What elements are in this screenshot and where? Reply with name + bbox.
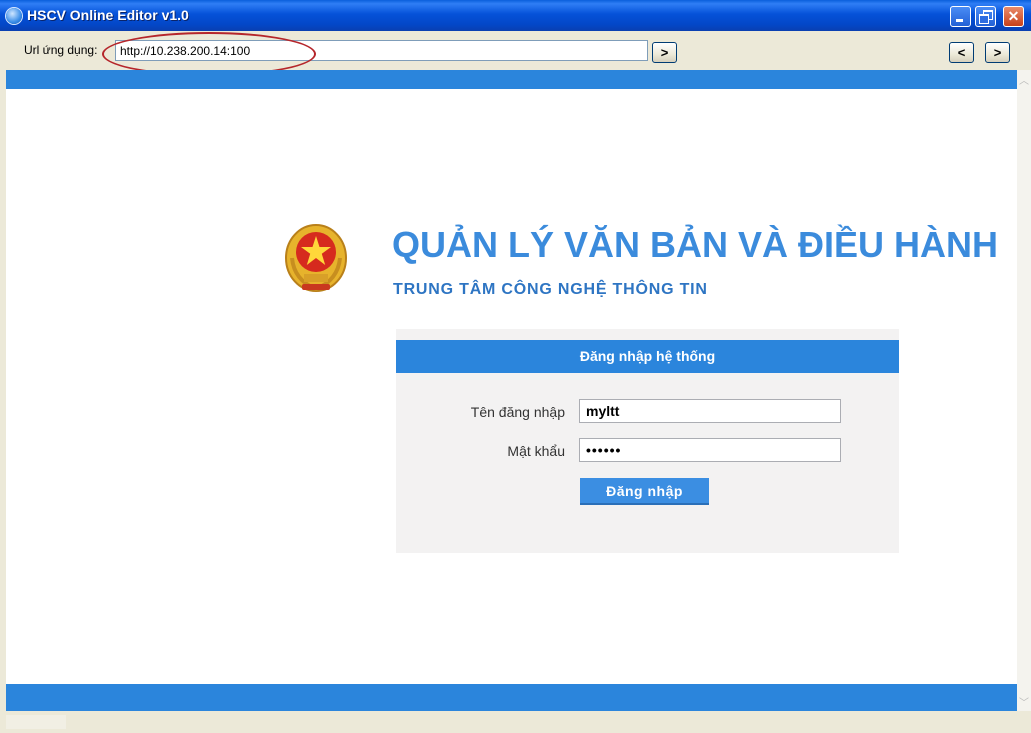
window-title: HSCV Online Editor v1.0 (27, 7, 189, 23)
login-panel: Đăng nhập hệ thống Tên đăng nhập Mật khẩ… (396, 329, 899, 553)
minimize-button[interactable] (950, 6, 971, 27)
close-icon: ✕ (1007, 8, 1020, 24)
national-emblem-icon (285, 224, 347, 292)
app-icon (6, 8, 22, 24)
password-label: Mật khẩu (507, 443, 565, 459)
login-panel-title: Đăng nhập hệ thống (396, 340, 899, 373)
go-button[interactable]: > (652, 42, 677, 63)
close-button[interactable]: ✕ (1003, 6, 1024, 27)
url-label: Url ứng dụng: (24, 43, 98, 57)
forward-button[interactable]: > (985, 42, 1010, 63)
web-viewport: QUẢN LÝ VĂN BẢN VÀ ĐIỀU HÀNH TRUNG TÂM C… (6, 70, 1017, 711)
vertical-scrollbar[interactable]: ︿ ﹀ (1017, 70, 1031, 711)
page-title: QUẢN LÝ VĂN BẢN VÀ ĐIỀU HÀNH (392, 224, 999, 265)
maximize-button[interactable] (975, 6, 996, 27)
login-button[interactable]: Đăng nhập (580, 478, 709, 505)
page-subtitle: TRUNG TÂM CÔNG NGHỆ THÔNG TIN (393, 281, 708, 298)
scroll-up-icon[interactable]: ︿ (1017, 76, 1031, 88)
scroll-down-icon[interactable]: ﹀ (1017, 698, 1031, 710)
page-bottom-bar (6, 684, 1017, 711)
username-field[interactable] (579, 399, 841, 423)
username-label: Tên đăng nhập (470, 404, 565, 420)
back-button[interactable]: < (949, 42, 974, 63)
status-bar (0, 711, 1031, 733)
password-field[interactable] (579, 438, 841, 462)
url-input[interactable] (115, 40, 648, 61)
page-top-bar (6, 70, 1017, 89)
url-toolbar: Url ứng dụng: > < > (0, 31, 1031, 76)
window-titlebar: HSCV Online Editor v1.0 ✕ (0, 0, 1031, 31)
status-pane (6, 715, 66, 729)
